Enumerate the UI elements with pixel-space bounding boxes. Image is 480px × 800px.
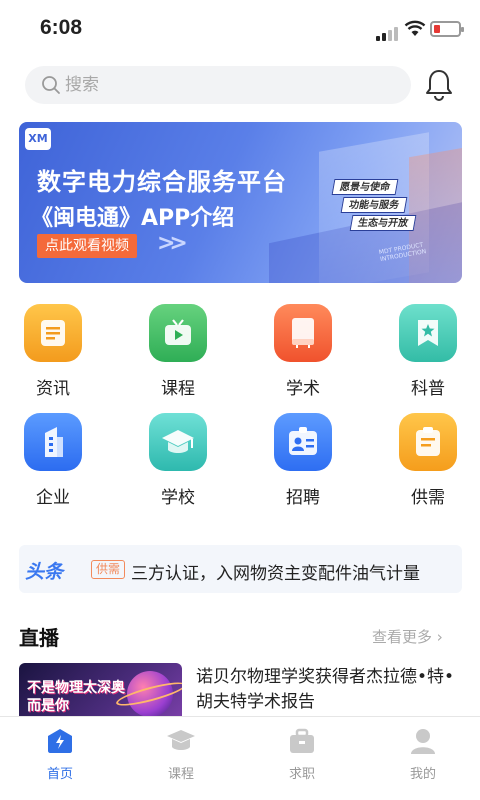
- headline-text[interactable]: 三方认证，入网物资主变配件油气计量: [131, 559, 457, 584]
- banner-decoration: [409, 146, 462, 283]
- video-course-icon: [149, 304, 207, 362]
- grid-item-label: 招聘: [286, 488, 320, 508]
- banner-logo: XM: [25, 128, 51, 150]
- news-icon: [24, 304, 82, 362]
- banner-title: 数字电力综合服务平台: [37, 168, 287, 196]
- view-more-label: 查看更多: [372, 628, 433, 646]
- briefcase-icon: [290, 728, 314, 753]
- grid-item-enterprise[interactable]: 企业: [3, 413, 103, 508]
- promo-banner[interactable]: XM 数字电力综合服务平台 《闽电通》APP介绍 点此观看视频 >> 愿景与使命…: [19, 122, 462, 283]
- wifi-icon: [404, 20, 426, 36]
- grid-item-course[interactable]: 课程: [128, 304, 228, 399]
- search-input[interactable]: [65, 66, 365, 104]
- chevron-right-icon: ›: [432, 628, 443, 646]
- banner-tag: 功能与服务: [340, 197, 408, 213]
- grid-item-supply-demand[interactable]: 供需: [378, 413, 478, 508]
- thumbnail-caption: 不是物理太深奥 而是你: [27, 679, 125, 715]
- science-star-icon: [399, 304, 457, 362]
- building-icon: [24, 413, 82, 471]
- grid-item-label: 资讯: [36, 379, 70, 399]
- status-time: 6:08: [40, 16, 83, 39]
- tab-label: 课程: [167, 767, 194, 782]
- grid-item-label: 科普: [411, 379, 445, 399]
- tab-label: 我的: [409, 767, 436, 782]
- user-icon: [411, 729, 435, 754]
- bottom-tab-bar: 首页 课程 求职 我的: [0, 716, 480, 800]
- bell-icon[interactable]: [424, 68, 454, 102]
- tab-label: 求职: [288, 767, 315, 782]
- grid-item-label: 供需: [411, 488, 445, 508]
- thumbnail-caption-line: 而是你: [27, 698, 69, 714]
- tab-course[interactable]: 课程: [141, 727, 221, 782]
- academic-book-icon: [274, 304, 332, 362]
- live-thumbnail[interactable]: 不是物理太深奥 而是你: [19, 663, 182, 719]
- graduation-cap-icon: [167, 730, 195, 750]
- tab-home[interactable]: 首页: [20, 727, 100, 782]
- grid-item-science[interactable]: 科普: [378, 304, 478, 399]
- headline-ticker[interactable]: 头条 供需 三方认证，入网物资主变配件油气计量: [19, 545, 462, 593]
- view-more-link[interactable]: 查看更多 ›: [372, 626, 443, 647]
- graduation-cap-icon: [149, 413, 207, 471]
- grid-item-label: 课程: [161, 379, 195, 399]
- banner-tag: 生态与开放: [349, 215, 417, 231]
- search-bar[interactable]: [25, 66, 411, 104]
- watch-video-button[interactable]: 点此观看视频: [37, 234, 137, 258]
- double-chevron-icon: >>: [157, 231, 188, 256]
- banner-subtitle: 《闽电通》APP介绍: [31, 206, 235, 231]
- live-section-title: 直播: [19, 626, 59, 650]
- grid-item-label: 企业: [36, 488, 70, 508]
- headline-brand: 头条: [25, 561, 64, 583]
- grid-item-label: 学术: [286, 379, 320, 399]
- tab-profile[interactable]: 我的: [383, 727, 463, 782]
- grid-item-recruit[interactable]: 招聘: [253, 413, 353, 508]
- status-bar: 6:08: [0, 0, 480, 56]
- grid-item-academic[interactable]: 学术: [253, 304, 353, 399]
- grid-item-news[interactable]: 资讯: [3, 304, 103, 399]
- tab-label: 首页: [46, 767, 73, 782]
- banner-tag: 愿景与使命: [331, 179, 399, 195]
- signal-icon: [376, 22, 400, 41]
- document-list-icon: [399, 413, 457, 471]
- live-item-title[interactable]: 诺贝尔物理学奖获得者杰拉德•特•胡夫特学术报告: [196, 665, 462, 715]
- thumbnail-caption-line: 不是物理太深奥: [27, 680, 125, 696]
- grid-item-label: 学校: [161, 488, 195, 508]
- tab-jobs[interactable]: 求职: [262, 727, 342, 782]
- headline-category-badge: 供需: [91, 560, 126, 579]
- search-icon: [42, 76, 60, 94]
- home-lightning-icon: [48, 729, 72, 753]
- id-card-icon: [274, 413, 332, 471]
- battery-icon: [430, 21, 464, 37]
- grid-item-school[interactable]: 学校: [128, 413, 228, 508]
